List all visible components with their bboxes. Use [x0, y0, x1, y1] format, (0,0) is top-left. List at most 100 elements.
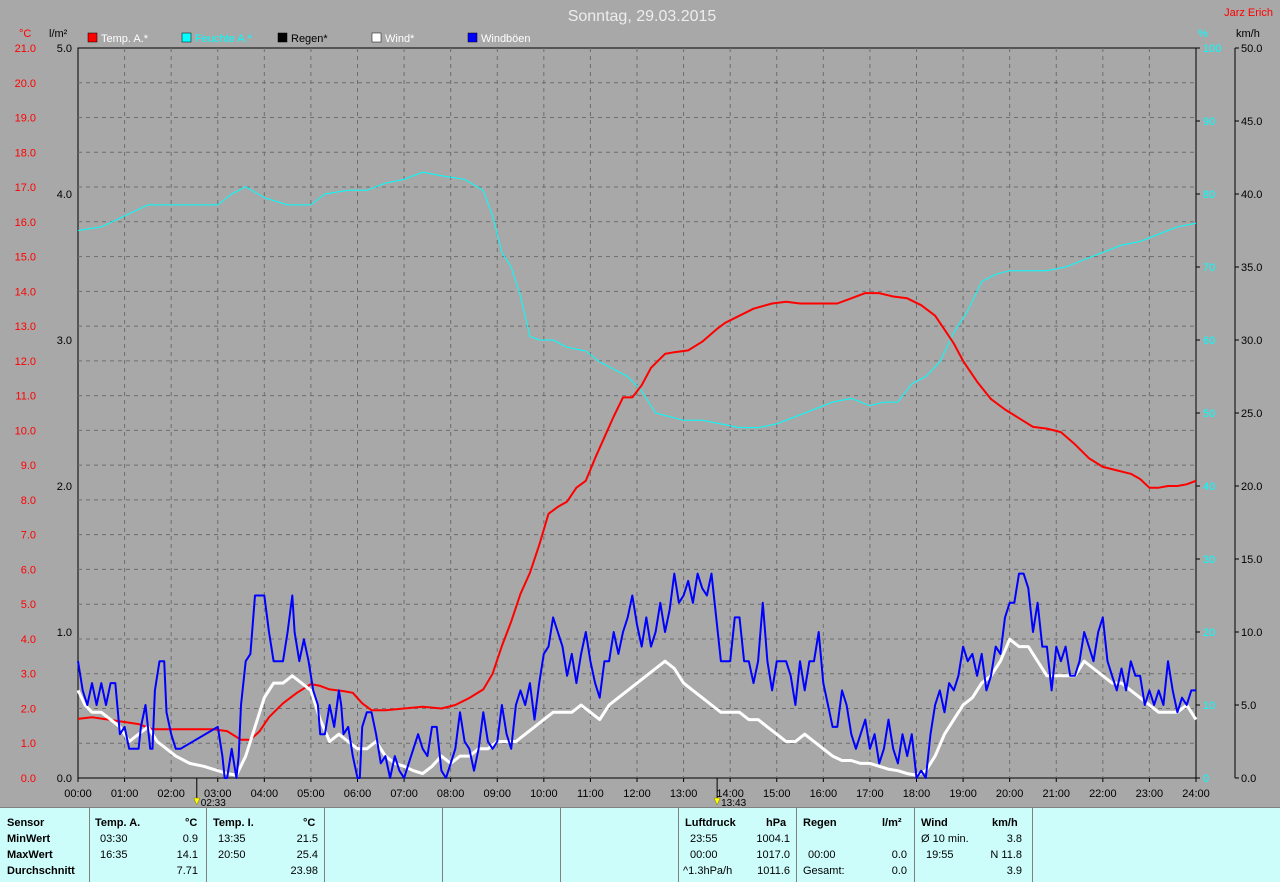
row-label-max: MaxWert — [7, 849, 53, 861]
temp-i-max-time: 20:50 — [218, 849, 246, 861]
rain-total-label: Gesamt: — [803, 865, 845, 877]
legend-swatch — [277, 32, 288, 43]
rain-header: Regen — [803, 817, 837, 829]
temp-axis-unit: °C — [19, 28, 31, 40]
temp-tick-label: 8.0 — [21, 495, 36, 507]
rain-total: 0.0 — [891, 865, 907, 877]
temp-tick-label: 17.0 — [15, 182, 36, 194]
x-tick-label: 07:00 — [390, 788, 418, 800]
x-tick-label: 02:00 — [157, 788, 185, 800]
wind-avg10: 3.8 — [1006, 833, 1022, 845]
x-tick-label: 17:00 — [856, 788, 884, 800]
humidity-tick-label: 90 — [1203, 116, 1215, 128]
weather-chart: 00:00 01:00 02:00 03:00 04:00 05:00 06:00 07:00… — [0, 0, 1280, 807]
temp-i-max-val: 25.4 — [296, 849, 318, 861]
pressure-header: Luftdruck — [685, 817, 736, 829]
pressure-min-val: 1004.1 — [756, 833, 790, 845]
x-tick-label: 10:00 — [530, 788, 558, 800]
temp-tick-label: 3.0 — [21, 669, 36, 681]
row-label-avg: Durchschnitt — [7, 865, 75, 877]
humidity-tick-label: 50 — [1203, 408, 1215, 420]
legend-swatch — [371, 32, 382, 43]
wind-tick-label: 5.0 — [1241, 700, 1256, 712]
wind-tick-label: 25.0 — [1241, 408, 1262, 420]
wind-tick-label: 30.0 — [1241, 335, 1262, 347]
rain-unit: l/m² — [882, 817, 902, 829]
wind-max-val: N 11.8 — [990, 849, 1022, 861]
wind-avg: 3.9 — [1006, 865, 1022, 877]
x-tick-label: 18:00 — [903, 788, 931, 800]
wind-unit: km/h — [992, 817, 1018, 829]
x-tick-label: 09:00 — [483, 788, 511, 800]
station-name: Jarz Erich — [1224, 7, 1273, 19]
humidity-tick-label: 100 — [1203, 43, 1221, 55]
humidity-tick-label: 0 — [1203, 773, 1209, 785]
humidity-tick-label: 40 — [1203, 481, 1215, 493]
temp-i-min-val: 21.5 — [296, 833, 318, 845]
humidity-tick-label: 10 — [1203, 700, 1215, 712]
x-tick-label: 19:00 — [949, 788, 977, 800]
temp-a-min-time: 03:30 — [100, 833, 128, 845]
x-tick-label: 06:00 — [344, 788, 372, 800]
pressure-min-time: 23:55 — [690, 833, 718, 845]
temp-tick-label: 11.0 — [15, 391, 36, 403]
legend-label: Wind* — [385, 33, 415, 45]
humidity-tick-label: 80 — [1203, 189, 1215, 201]
pressure-max-val: 1017.0 — [756, 849, 790, 861]
x-tick-label: 00:00 — [64, 788, 92, 800]
rain-time: 00:00 — [808, 849, 836, 861]
temp-tick-label: 6.0 — [21, 564, 36, 576]
event-marker-label: 02:33 — [201, 798, 226, 807]
wind-header: Wind — [921, 817, 948, 829]
temp-tick-label: 21.0 — [15, 43, 36, 55]
x-tick-label: 08:00 — [437, 788, 465, 800]
temp-i-avg: 23.98 — [290, 865, 318, 877]
temp-a-max-time: 16:35 — [100, 849, 128, 861]
wind-tick-label: 0.0 — [1241, 773, 1256, 785]
temp-tick-label: 4.0 — [21, 634, 36, 646]
event-marker-label: 13:43 — [721, 798, 746, 807]
humidity-tick-label: 20 — [1203, 627, 1215, 639]
temp-tick-label: 1.0 — [21, 738, 36, 750]
temp-a-unit: °C — [185, 817, 198, 829]
temp-tick-label: 16.0 — [15, 217, 36, 229]
x-tick-label: 20:00 — [996, 788, 1024, 800]
rain-tick-label: 4.0 — [57, 189, 72, 201]
wind-max-time: 19:55 — [926, 849, 954, 861]
x-tick-label: 24:00 — [1182, 788, 1210, 800]
temp-tick-label: 18.0 — [15, 147, 36, 159]
rain-val: 0.0 — [891, 849, 907, 861]
temp-tick-label: 14.0 — [15, 286, 36, 298]
temp-tick-label: 20.0 — [15, 78, 36, 90]
x-tick-label: 16:00 — [810, 788, 838, 800]
humidity-axis-unit: % — [1198, 28, 1208, 40]
legend-label: Temp. A.* — [101, 33, 149, 45]
row-label-min: MinWert — [7, 833, 51, 845]
wind-tick-label: 40.0 — [1241, 189, 1262, 201]
x-tick-label: 13:00 — [670, 788, 698, 800]
x-tick-label: 01:00 — [111, 788, 139, 800]
rain-tick-label: 0.0 — [57, 773, 72, 785]
temp-a-avg: 7.71 — [176, 865, 198, 877]
temp-tick-label: 13.0 — [15, 321, 36, 333]
rain-tick-label: 2.0 — [57, 481, 72, 493]
temp-i-unit: °C — [303, 817, 316, 829]
temp-a-min-val: 0.9 — [182, 833, 198, 845]
humidity-tick-label: 60 — [1203, 335, 1215, 347]
temp-tick-label: 9.0 — [21, 460, 36, 472]
humidity-tick-label: 30 — [1203, 554, 1215, 566]
x-tick-label: 22:00 — [1089, 788, 1117, 800]
legend-swatch — [181, 32, 192, 43]
wind-tick-label: 20.0 — [1241, 481, 1262, 493]
x-tick-label: 21:00 — [1042, 788, 1070, 800]
sensor-header: Sensor — [7, 817, 45, 829]
rain-tick-label: 1.0 — [57, 627, 72, 639]
rain-tick-label: 5.0 — [57, 43, 72, 55]
wind-axis-unit: km/h — [1236, 28, 1260, 40]
wind-tick-label: 45.0 — [1241, 116, 1262, 128]
x-tick-label: 04:00 — [251, 788, 279, 800]
temp-a-max-val: 14.1 — [176, 849, 198, 861]
temp-tick-label: 12.0 — [15, 356, 36, 368]
wind-tick-label: 50.0 — [1241, 43, 1262, 55]
x-tick-label: 05:00 — [297, 788, 325, 800]
